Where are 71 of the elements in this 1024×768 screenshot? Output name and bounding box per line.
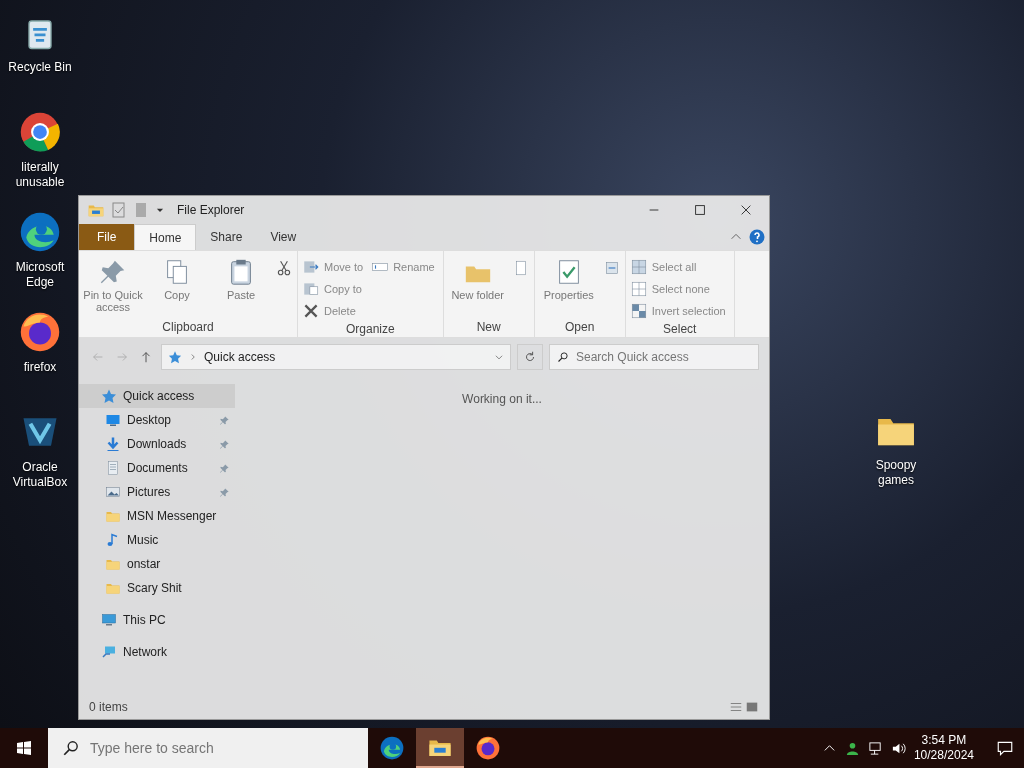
navigation-item[interactable]: onstar [79,552,235,576]
ribbon-button[interactable]: Pin to Quick access [83,253,143,319]
document-icon [105,460,121,476]
desktop-shortcut[interactable]: Oracle VirtualBox [2,404,78,496]
status-text: 0 items [89,700,128,714]
ribbon-tab[interactable]: File [79,224,135,250]
ribbon-tab[interactable]: View [256,224,311,250]
properties-icon[interactable] [111,202,127,218]
group-label: Select [662,321,698,337]
navigation-item[interactable]: Scary Shit [79,576,235,600]
group-label: Organize [345,321,396,337]
browser-icon [379,735,405,761]
browser-icon [18,310,62,354]
group-label: Clipboard [161,319,215,336]
star-icon [168,350,182,364]
ribbon-button[interactable]: Properties [538,253,599,319]
notification-icon[interactable] [996,739,1014,757]
search-icon [62,739,80,757]
navigation-item[interactable]: Pictures [79,480,235,504]
desktop-shortcut[interactable]: Spoopy games [858,402,934,494]
ribbon-button[interactable]: Paste [211,253,271,319]
navigation-item[interactable]: Quick access [79,384,235,408]
search-field[interactable]: Search Quick access [549,344,759,370]
details-view-button[interactable] [729,700,743,714]
ribbon-tab[interactable]: Share [196,224,257,250]
group-label: New [475,319,502,336]
search-field[interactable]: Type here to search [48,728,368,768]
desktop-shortcut[interactable]: Recycle Bin [2,4,78,96]
navigation-item[interactable]: Music [79,528,235,552]
ribbon-button[interactable]: Select all [629,257,730,277]
window-title: File Explorer [177,203,245,217]
navigation-item[interactable]: Documents [79,456,235,480]
grid-icon [629,258,648,276]
scissors-icon[interactable] [275,259,293,277]
ribbon-button[interactable]: Copy [147,253,207,319]
desktop-shortcut[interactable]: firefox [2,304,78,396]
person-icon[interactable] [844,740,860,756]
help-icon[interactable] [749,229,765,245]
network-icon [101,644,117,660]
download-icon [105,436,121,452]
taskbar-app[interactable] [416,728,464,768]
speaker-icon[interactable] [890,740,906,756]
monitor-icon [101,612,117,628]
grid-icon [629,302,648,320]
network-icon[interactable] [867,740,883,756]
desktop-shortcut[interactable]: Microsoft Edge [2,204,78,296]
navigation-item[interactable]: Network [79,640,235,664]
ribbon-tab[interactable]: Home [134,224,197,250]
move-icon [302,258,320,276]
ribbon-button[interactable]: New folder [447,253,508,319]
browser-icon [18,110,62,154]
star-icon [101,388,117,404]
navigation-item[interactable]: This PC [79,608,235,632]
group-label: Open [564,319,596,336]
clock[interactable]: 3:54 PM 10/28/2024 [913,733,974,763]
delete-icon [302,302,320,320]
navigation-item[interactable]: Desktop [79,408,235,432]
browser-icon [475,735,501,761]
desktop-shortcut[interactable]: literally unusable [2,104,78,196]
copy-icon [302,280,320,298]
monitor-icon [105,412,121,428]
refresh-button[interactable] [517,344,543,370]
document-icon[interactable] [133,202,149,218]
picture-icon [105,484,121,500]
search-icon [557,351,569,363]
tiles-view-button[interactable] [745,700,759,714]
grid-icon [629,280,648,298]
navigation-item[interactable]: Downloads [79,432,235,456]
browser-icon [18,210,62,254]
loading-message: Working on it... [462,392,542,408]
navigation-item[interactable]: MSN Messenger [79,504,235,528]
